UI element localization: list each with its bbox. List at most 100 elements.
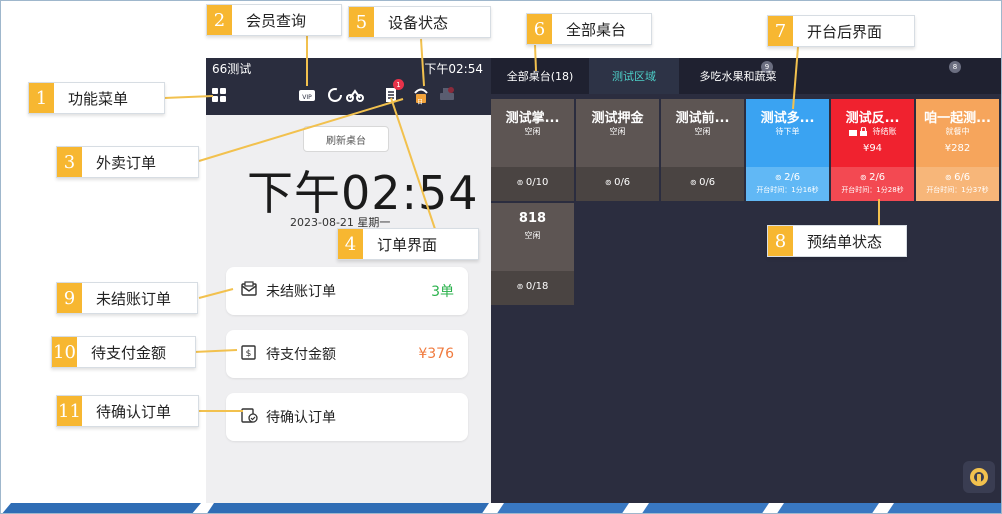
stat-label: 待确认订单 <box>266 410 336 426</box>
seat-icon: ⊚ <box>516 282 526 291</box>
callout-number: 6 <box>527 14 552 44</box>
callout-label: 10 待支付金额 <box>51 336 196 368</box>
left-top-bar: 66测试 下午02:54 VIP 1 日 <box>206 58 491 115</box>
table-name: 测试前... <box>675 111 730 126</box>
seat-count: 6/6 <box>954 172 971 183</box>
callout-label: 11 待确认订单 <box>56 395 199 427</box>
seat-icon: ⊚ <box>516 178 526 187</box>
loading-ring-icon <box>326 86 344 104</box>
callout-label: 6 全部桌台 <box>526 13 652 45</box>
table-name: 818 <box>518 211 547 226</box>
callout-text: 未结账订单 <box>96 289 172 308</box>
table-seats: ⊚ 0/6 <box>576 177 659 188</box>
callout-text: 全部桌台 <box>566 20 627 39</box>
tab-count-badge: 8 <box>949 61 961 73</box>
seat-count: 0/6 <box>699 177 716 188</box>
seat-icon: ⊚ <box>689 178 700 187</box>
printer-icon[interactable] <box>438 86 456 104</box>
device-icon[interactable]: 日 <box>412 86 430 106</box>
table-seats: ⊚ 2/6 <box>746 172 829 183</box>
callout-label: 9 未结账订单 <box>56 282 198 314</box>
table-card[interactable]: 测试多... 待下单 ⊚ 2/6 开台时间：1分16秒 <box>746 99 829 201</box>
stat-label: 未结账订单 <box>266 284 336 300</box>
callout-text: 开台后界面 <box>807 22 883 41</box>
table-status: 就餐中 <box>916 126 999 137</box>
callout-text: 待支付金额 <box>91 343 167 362</box>
seat-icon: ⊚ <box>944 173 955 182</box>
callout-number: 3 <box>57 147 82 177</box>
table-status: 空闲 <box>491 126 574 137</box>
table-status-text: 空闲 <box>694 127 711 136</box>
tab-fruit-veg[interactable]: 多吃水果和蔬菜 8 <box>679 58 961 94</box>
seat-count: 2/6 <box>869 172 886 183</box>
store-name: 66测试 <box>212 62 252 76</box>
table-status-text: 待结账 <box>872 127 897 136</box>
table-status-text: 就餐中 <box>945 127 970 136</box>
callout-text: 预结单状态 <box>807 232 883 251</box>
seat-icon: ⊚ <box>604 178 615 187</box>
mail-icon <box>240 281 258 301</box>
vip-icon[interactable]: VIP <box>298 86 316 104</box>
table-card[interactable]: 测试前... 空闲 ⊚ 0/6 <box>661 99 744 201</box>
table-card[interactable]: 测试掌... 空闲 ⊚ 0/10 <box>491 99 574 201</box>
table-name: 测试多... <box>760 111 815 126</box>
support-icon <box>970 468 988 486</box>
table-seats: ⊚ 0/18 <box>491 281 574 292</box>
table-card[interactable]: 818 空闲 ⊚ 0/18 <box>491 203 574 305</box>
callout-label: 5 设备状态 <box>348 6 491 38</box>
table-name: 测试押金 <box>591 111 644 126</box>
callout-label: 1 功能菜单 <box>28 82 165 114</box>
table-card[interactable]: 测试押金 空闲 ⊚ 0/6 <box>576 99 659 201</box>
pending-confirm-card[interactable]: 待确认订单 <box>226 393 468 441</box>
screenshot-stage: 66测试 下午02:54 VIP 1 日 刷新桌台 下午02:54 2023-0… <box>0 0 1002 514</box>
seat-count: 2/6 <box>784 172 801 183</box>
callout-number: 7 <box>768 16 793 46</box>
header-time: 下午02:54 <box>424 62 483 76</box>
pending-amount-card[interactable]: $ 待支付金额 ¥376 <box>226 330 468 378</box>
confirm-doc-icon <box>240 407 258 427</box>
unpaid-orders-card[interactable]: 未结账订单 3单 <box>226 267 468 315</box>
tab-label: 全部桌台(18) <box>506 70 574 83</box>
table-info-bar: ⊚ 2/6 开台时间：1分16秒 <box>746 167 829 201</box>
table-open-time: 开台时间：1分28秒 <box>841 186 904 194</box>
support-button[interactable] <box>963 461 995 493</box>
table-status: 待下单 <box>746 126 829 137</box>
callout-number: 10 <box>52 337 77 367</box>
table-seats: ⊚ 2/6 <box>831 172 914 183</box>
callout-text: 订单界面 <box>377 235 438 254</box>
table-info-bar: ⊚ 0/6 <box>661 167 744 201</box>
table-info-bar: ⊚ 6/6 开台时间：1分37秒 <box>916 167 999 201</box>
device-label: 日 <box>417 99 424 106</box>
tab-all-tables[interactable]: 全部桌台(18) <box>491 58 589 94</box>
table-amount: ¥94 <box>862 143 883 154</box>
table-seats: ⊚ 0/6 <box>661 177 744 188</box>
table-status: 空闲 <box>576 126 659 137</box>
table-status-text: 空闲 <box>609 127 626 136</box>
table-card[interactable]: 咱一起测... 就餐中 ¥282 ⊚ 6/6 开台时间：1分37秒 <box>916 99 999 201</box>
table-status: 空闲 <box>661 126 744 137</box>
callout-label: 2 会员查询 <box>206 4 342 36</box>
stat-value: 3单 <box>431 284 454 300</box>
tab-label: 测试区域 <box>612 70 656 83</box>
callout-label: 3 外卖订单 <box>56 146 199 178</box>
seat-count: 0/18 <box>525 281 549 292</box>
callout-number: 2 <box>207 5 232 35</box>
table-info-bar: ⊚ 0/18 <box>491 271 574 305</box>
seat-icon: ⊚ <box>774 173 785 182</box>
takeout-icon[interactable] <box>344 86 366 104</box>
table-open-time: 开台时间：1分16秒 <box>756 186 819 194</box>
callout-label: 7 开台后界面 <box>767 15 915 47</box>
order-icon[interactable]: 1 <box>382 79 404 104</box>
grid-icon[interactable] <box>210 86 228 104</box>
tab-test-area[interactable]: 测试区域 9 <box>589 58 773 94</box>
table-card[interactable]: 测试反... 待结账 ¥94 ⊚ 2/6 开台时间：1分28秒 <box>831 99 914 201</box>
table-seats: ⊚ 0/10 <box>491 177 574 188</box>
callout-label: 4 订单界面 <box>337 228 479 260</box>
callout-number: 5 <box>349 7 374 37</box>
refresh-tables-button[interactable]: 刷新桌台 <box>303 126 389 152</box>
table-status: 待结账 <box>831 126 914 137</box>
callout-number: 4 <box>338 229 363 259</box>
callout-label: 8 预结单状态 <box>767 225 907 257</box>
table-status: 空闲 <box>491 230 574 241</box>
table-open-time: 开台时间：1分37秒 <box>926 186 989 194</box>
